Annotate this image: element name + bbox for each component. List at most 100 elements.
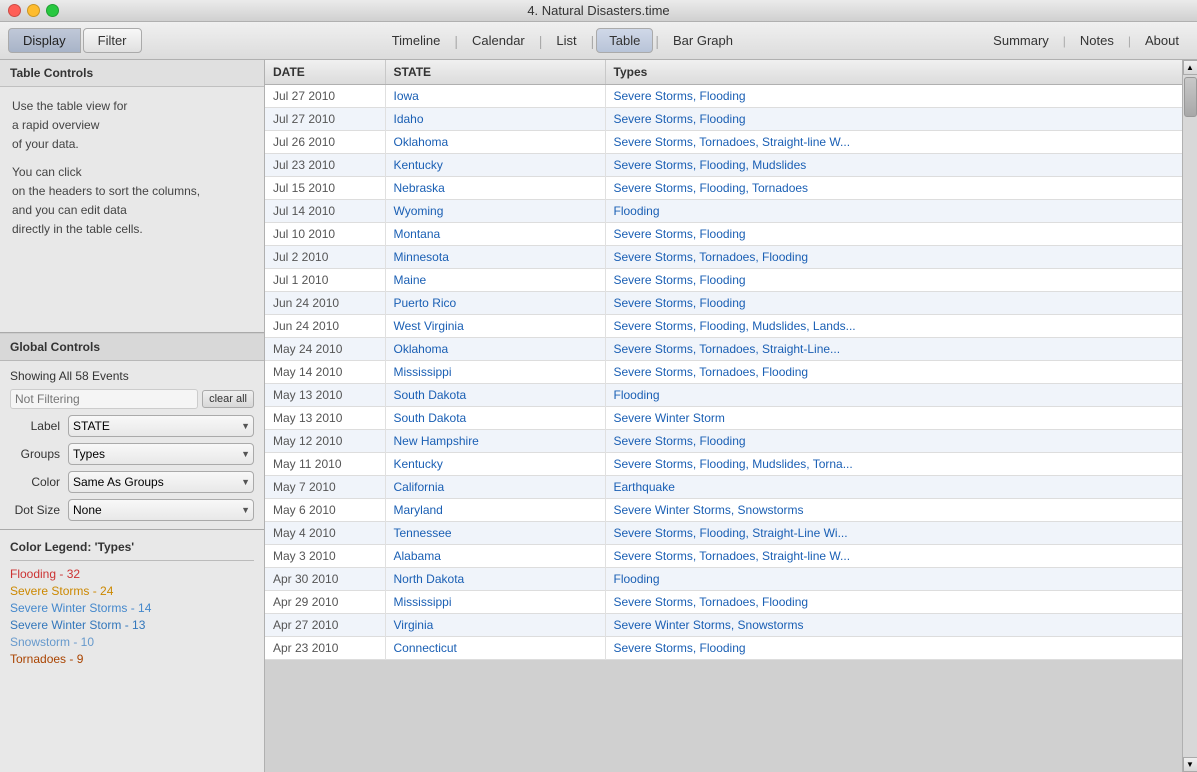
cell-date[interactable]: May 7 2010 [265, 476, 385, 499]
table-row[interactable]: Jul 27 2010IdahoSevere Storms, Flooding [265, 108, 1182, 131]
table-scroll-area[interactable]: DATE STATE Types Jul 27 2010IowaSevere S… [265, 60, 1182, 772]
state-link[interactable]: North Dakota [394, 572, 465, 586]
scrollbar-track[interactable]: ▲ ▼ [1182, 60, 1197, 772]
notes-button[interactable]: Notes [1070, 29, 1124, 52]
state-link[interactable]: Mississippi [394, 595, 452, 609]
table-row[interactable]: Jun 24 2010West VirginiaSevere Storms, F… [265, 315, 1182, 338]
cell-state[interactable]: West Virginia [385, 315, 605, 338]
state-link[interactable]: Puerto Rico [394, 296, 457, 310]
state-link[interactable]: New Hampshire [394, 434, 479, 448]
cell-state[interactable]: Mississippi [385, 591, 605, 614]
cell-date[interactable]: May 13 2010 [265, 384, 385, 407]
table-row[interactable]: Apr 27 2010VirginiaSevere Winter Storms,… [265, 614, 1182, 637]
scroll-up-arrow[interactable]: ▲ [1183, 60, 1197, 75]
cell-state[interactable]: California [385, 476, 605, 499]
table-row[interactable]: May 13 2010South DakotaSevere Winter Sto… [265, 407, 1182, 430]
close-button[interactable] [8, 4, 21, 17]
cell-state[interactable]: South Dakota [385, 407, 605, 430]
table-row[interactable]: May 7 2010CaliforniaEarthquake [265, 476, 1182, 499]
state-link[interactable]: Tennessee [394, 526, 452, 540]
cell-date[interactable]: May 12 2010 [265, 430, 385, 453]
cell-state[interactable]: Alabama [385, 545, 605, 568]
filter-input[interactable] [10, 389, 198, 409]
cell-state[interactable]: Tennessee [385, 522, 605, 545]
display-button[interactable]: Display [8, 28, 81, 53]
cell-date[interactable]: Jul 1 2010 [265, 269, 385, 292]
minimize-button[interactable] [27, 4, 40, 17]
table-row[interactable]: May 11 2010KentuckySevere Storms, Floodi… [265, 453, 1182, 476]
cell-date[interactable]: Jul 27 2010 [265, 85, 385, 108]
cell-state[interactable]: Kentucky [385, 154, 605, 177]
groups-select[interactable]: Types STATE Date [68, 443, 254, 465]
cell-state[interactable]: Nebraska [385, 177, 605, 200]
tab-calendar[interactable]: Calendar [460, 29, 537, 52]
state-link[interactable]: Alabama [394, 549, 441, 563]
table-row[interactable]: May 24 2010OklahomaSevere Storms, Tornad… [265, 338, 1182, 361]
summary-button[interactable]: Summary [983, 29, 1059, 52]
cell-state[interactable]: Montana [385, 223, 605, 246]
clear-all-button[interactable]: clear all [202, 390, 254, 408]
cell-state[interactable]: North Dakota [385, 568, 605, 591]
table-row[interactable]: Jul 1 2010MaineSevere Storms, Flooding [265, 269, 1182, 292]
col-types[interactable]: Types [605, 60, 1182, 85]
table-row[interactable]: Jul 15 2010NebraskaSevere Storms, Floodi… [265, 177, 1182, 200]
cell-date[interactable]: Apr 27 2010 [265, 614, 385, 637]
cell-date[interactable]: Jul 15 2010 [265, 177, 385, 200]
state-link[interactable]: Idaho [394, 112, 424, 126]
about-button[interactable]: About [1135, 29, 1189, 52]
state-link[interactable]: Maine [394, 273, 427, 287]
tab-table[interactable]: Table [596, 28, 653, 53]
cell-state[interactable]: Iowa [385, 85, 605, 108]
state-link[interactable]: Maryland [394, 503, 443, 517]
tab-timeline[interactable]: Timeline [380, 29, 453, 52]
cell-state[interactable]: Wyoming [385, 200, 605, 223]
table-row[interactable]: Jul 2 2010MinnesotaSevere Storms, Tornad… [265, 246, 1182, 269]
cell-state[interactable]: New Hampshire [385, 430, 605, 453]
cell-state[interactable]: South Dakota [385, 384, 605, 407]
cell-date[interactable]: Jul 27 2010 [265, 108, 385, 131]
scroll-thumb[interactable] [1184, 77, 1197, 117]
cell-state[interactable]: Oklahoma [385, 338, 605, 361]
cell-state[interactable]: Virginia [385, 614, 605, 637]
table-row[interactable]: Jul 26 2010OklahomaSevere Storms, Tornad… [265, 131, 1182, 154]
cell-date[interactable]: May 3 2010 [265, 545, 385, 568]
state-link[interactable]: Connecticut [394, 641, 457, 655]
table-row[interactable]: May 3 2010AlabamaSevere Storms, Tornadoe… [265, 545, 1182, 568]
cell-state[interactable]: Oklahoma [385, 131, 605, 154]
cell-date[interactable]: Jul 10 2010 [265, 223, 385, 246]
filter-button[interactable]: Filter [83, 28, 142, 53]
cell-date[interactable]: Jul 14 2010 [265, 200, 385, 223]
state-link[interactable]: Oklahoma [394, 342, 449, 356]
cell-state[interactable]: Connecticut [385, 637, 605, 660]
cell-state[interactable]: Idaho [385, 108, 605, 131]
state-link[interactable]: Kentucky [394, 457, 443, 471]
cell-date[interactable]: May 14 2010 [265, 361, 385, 384]
cell-date[interactable]: May 11 2010 [265, 453, 385, 476]
table-row[interactable]: May 12 2010New HampshireSevere Storms, F… [265, 430, 1182, 453]
cell-date[interactable]: Jun 24 2010 [265, 315, 385, 338]
table-row[interactable]: Apr 23 2010ConnecticutSevere Storms, Flo… [265, 637, 1182, 660]
cell-date[interactable]: Jul 2 2010 [265, 246, 385, 269]
table-row[interactable]: Jul 10 2010MontanaSevere Storms, Floodin… [265, 223, 1182, 246]
state-link[interactable]: South Dakota [394, 388, 467, 402]
label-select[interactable]: STATE Date Types [68, 415, 254, 437]
table-row[interactable]: Jul 14 2010WyomingFlooding [265, 200, 1182, 223]
table-row[interactable]: Jun 24 2010Puerto RicoSevere Storms, Flo… [265, 292, 1182, 315]
table-row[interactable]: May 13 2010South DakotaFlooding [265, 384, 1182, 407]
scroll-down-arrow[interactable]: ▼ [1183, 757, 1197, 772]
state-link[interactable]: Wyoming [394, 204, 444, 218]
table-row[interactable]: Apr 30 2010North DakotaFlooding [265, 568, 1182, 591]
col-state[interactable]: STATE [385, 60, 605, 85]
color-select[interactable]: Same As Groups None [68, 471, 254, 493]
state-link[interactable]: Virginia [394, 618, 434, 632]
state-link[interactable]: Mississippi [394, 365, 452, 379]
table-row[interactable]: Jul 23 2010KentuckySevere Storms, Floodi… [265, 154, 1182, 177]
cell-date[interactable]: Apr 23 2010 [265, 637, 385, 660]
table-row[interactable]: Apr 29 2010MississippiSevere Storms, Tor… [265, 591, 1182, 614]
cell-date[interactable]: May 13 2010 [265, 407, 385, 430]
state-link[interactable]: Iowa [394, 89, 419, 103]
cell-date[interactable]: Apr 29 2010 [265, 591, 385, 614]
cell-date[interactable]: Jul 26 2010 [265, 131, 385, 154]
cell-date[interactable]: May 24 2010 [265, 338, 385, 361]
dotsize-select[interactable]: None Small Medium Large [68, 499, 254, 521]
